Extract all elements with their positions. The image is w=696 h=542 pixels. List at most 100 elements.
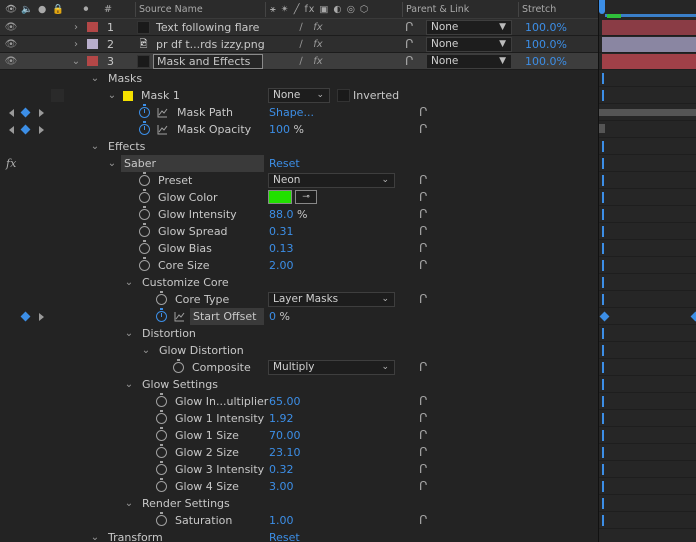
keyframe-marker[interactable]: [602, 328, 604, 339]
eyedropper-icon[interactable]: ⊸: [295, 190, 317, 204]
glow3-intensity-value[interactable]: 0.32: [269, 461, 294, 478]
transform-row[interactable]: ⌄ Transform Reset: [0, 529, 598, 542]
layer-row-selected[interactable]: 👁 ⌄ 3 Mask and Effects ∕ fx Ր None ▼ 100.…: [0, 53, 598, 70]
lock-icon[interactable]: 🔒: [52, 0, 64, 19]
customize-core-row[interactable]: ⌄ Customize Core: [0, 274, 598, 291]
timeline-track[interactable]: [599, 512, 696, 529]
mask-lock-box[interactable]: [51, 89, 64, 102]
chevron-right-icon[interactable]: ›: [71, 36, 81, 53]
label-color-swatch[interactable]: [87, 22, 98, 32]
keyframe-marker[interactable]: [602, 396, 604, 407]
timeline-track[interactable]: [599, 342, 696, 359]
timeline-layer-track[interactable]: [599, 53, 696, 70]
eye-icon[interactable]: 👁: [4, 53, 18, 70]
timeline-track[interactable]: [599, 376, 696, 393]
chevron-down-icon[interactable]: ⌄: [71, 53, 81, 70]
timeline-track[interactable]: [599, 155, 696, 172]
glow1-intensity-value[interactable]: 1.92: [269, 410, 294, 427]
keyframe-diamond[interactable]: [599, 311, 610, 322]
graph-icon[interactable]: [174, 311, 185, 322]
keyframe-marker[interactable]: [602, 73, 604, 84]
stopwatch-icon[interactable]: [139, 240, 150, 254]
keyframe-marker[interactable]: [602, 498, 604, 509]
pickwhip-icon[interactable]: Ր: [419, 206, 427, 223]
core-size-row[interactable]: Core Size 2.00 Ր: [0, 257, 598, 274]
stopwatch-icon[interactable]: [156, 393, 167, 407]
timeline-track[interactable]: [599, 240, 696, 257]
timeline-track[interactable]: [599, 121, 696, 138]
layer-name[interactable]: pr df t...rds izzy.png: [156, 36, 265, 53]
glow-color-row[interactable]: Glow Color ⊸ Ր: [0, 189, 598, 206]
keyframe-marker[interactable]: [602, 175, 604, 186]
graph-icon[interactable]: [157, 107, 168, 118]
chevron-down-icon[interactable]: ⌄: [90, 138, 100, 155]
label-tag-icon[interactable]: ⚫: [82, 0, 90, 19]
keyframe-marker[interactable]: [602, 209, 604, 220]
timeline-track[interactable]: [599, 495, 696, 512]
keyframe-marker[interactable]: [602, 379, 604, 390]
pickwhip-icon[interactable]: Ր: [419, 410, 427, 427]
glow-spread-value[interactable]: 0.31: [269, 223, 294, 240]
source-name-header[interactable]: Source Name: [139, 0, 203, 19]
prev-keyframe-icon[interactable]: [9, 109, 14, 117]
keyframe-marker[interactable]: [602, 192, 604, 203]
keyframe-marker[interactable]: [602, 294, 604, 305]
chevron-down-icon[interactable]: ⌄: [107, 87, 117, 104]
layer-name[interactable]: Text following flare: [156, 19, 259, 36]
timeline-track[interactable]: [599, 189, 696, 206]
fx-switch-icon[interactable]: fx: [312, 53, 324, 70]
eye-icon[interactable]: 👁: [5, 0, 17, 19]
preset-dropdown[interactable]: Neon ⌄: [268, 173, 395, 188]
keyframe-marker[interactable]: [602, 90, 604, 101]
inverted-checkbox[interactable]: [337, 89, 350, 102]
keyframe-marker[interactable]: [602, 413, 604, 424]
stopwatch-icon[interactable]: [156, 478, 167, 492]
stopwatch-icon[interactable]: [156, 461, 167, 475]
composite-row[interactable]: Composite Multiply ⌄ Ր: [0, 359, 598, 376]
add-keyframe-icon[interactable]: [20, 124, 31, 135]
timeline-track[interactable]: [599, 308, 696, 325]
stretch-value[interactable]: 100.0%: [525, 53, 567, 70]
timeline-track[interactable]: [599, 444, 696, 461]
start-offset-label[interactable]: Start Offset: [190, 308, 264, 325]
audio-icon[interactable]: 🔈: [21, 0, 33, 19]
mask-path-row[interactable]: Mask Path Shape... Ր: [0, 104, 598, 121]
glow4-size-row[interactable]: Glow 4 Size 3.00 Ր: [0, 478, 598, 495]
chevron-down-icon[interactable]: ⌄: [124, 495, 134, 512]
keyframe-marker[interactable]: [602, 515, 604, 526]
parent-dropdown[interactable]: None ▼: [426, 54, 512, 69]
chevron-down-icon[interactable]: ⌄: [141, 342, 151, 359]
glow3-intensity-row[interactable]: Glow 3 Intensity 0.32 Ր: [0, 461, 598, 478]
keyframe-marker[interactable]: [602, 158, 604, 169]
chevron-down-icon[interactable]: ⌄: [90, 70, 100, 87]
timeline-track[interactable]: [599, 478, 696, 495]
glow2-size-row[interactable]: Glow 2 Size 23.10 Ր: [0, 444, 598, 461]
timeline-track[interactable]: [599, 274, 696, 291]
mask-path-value[interactable]: Shape...: [269, 104, 314, 121]
stretch-value[interactable]: 100.0%: [525, 36, 567, 53]
timeline-track[interactable]: [599, 410, 696, 427]
keyframe-marker[interactable]: [602, 464, 604, 475]
pickwhip-icon[interactable]: Ր: [419, 223, 427, 240]
core-size-value[interactable]: 2.00: [269, 257, 294, 274]
timeline-track[interactable]: [599, 87, 696, 104]
timeline-layer-track[interactable]: [599, 19, 696, 36]
label-color-swatch[interactable]: [87, 56, 98, 66]
timeline-area[interactable]: [598, 0, 696, 542]
pickwhip-icon[interactable]: Ր: [419, 427, 427, 444]
glow1-size-value[interactable]: 70.00: [269, 427, 301, 444]
effects-group-row[interactable]: ⌄ Effects: [0, 138, 598, 155]
saber-effect-row[interactable]: fx ⌄ Saber Reset: [0, 155, 598, 172]
timeline-track[interactable]: [599, 223, 696, 240]
pickwhip-icon[interactable]: Ր: [419, 104, 427, 121]
timeline-track[interactable]: [599, 172, 696, 189]
timeline-track[interactable]: [599, 291, 696, 308]
pickwhip-icon[interactable]: Ր: [419, 291, 427, 308]
eye-icon[interactable]: 👁: [4, 19, 18, 36]
layer-row[interactable]: 👁 › 2 🖻 pr df t...rds izzy.png ∕ fx Ր No…: [0, 36, 598, 53]
glow-bias-row[interactable]: Glow Bias 0.13 Ր: [0, 240, 598, 257]
fx-switch-icon[interactable]: fx: [312, 36, 324, 53]
layer-duration-bar[interactable]: [602, 20, 696, 35]
distortion-row[interactable]: ⌄ Distortion: [0, 325, 598, 342]
add-keyframe-icon[interactable]: [20, 311, 31, 322]
